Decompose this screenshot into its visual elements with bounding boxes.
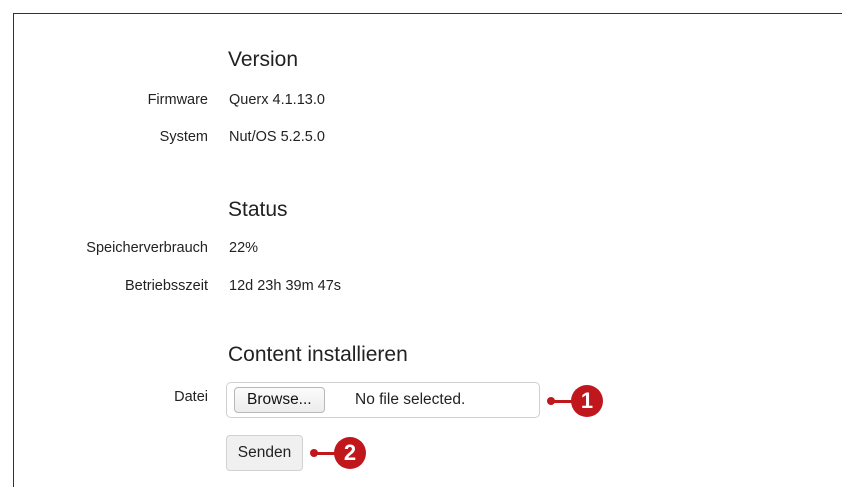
browse-button[interactable]: Browse... [234, 387, 325, 413]
system-value: Nut/OS 5.2.5.0 [229, 129, 325, 145]
system-label: System [159, 129, 208, 145]
firmware-value: Querx 4.1.13.0 [229, 92, 325, 108]
callout-2-badge: 2 [334, 437, 366, 469]
memory-usage-label: Speicherverbrauch [86, 240, 208, 256]
callout-1-badge: 1 [571, 385, 603, 417]
section-title-version: Version [228, 48, 299, 71]
file-input[interactable]: Browse... No file selected. [226, 382, 540, 418]
callout-1: 1 [547, 385, 603, 417]
file-label: Datei [174, 389, 208, 405]
firmware-label: Firmware [147, 92, 208, 108]
callout-2: 2 [310, 437, 366, 469]
uptime-label: Betriebsszeit [124, 278, 208, 294]
section-title-status: Status [228, 198, 288, 221]
section-title-content: Content installieren [228, 343, 408, 366]
memory-usage-value: 22% [229, 240, 259, 256]
uptime-value: 12d 23h 39m 47s [229, 278, 342, 294]
submit-button[interactable]: Senden [226, 435, 303, 471]
file-status-text: No file selected. [355, 391, 466, 408]
